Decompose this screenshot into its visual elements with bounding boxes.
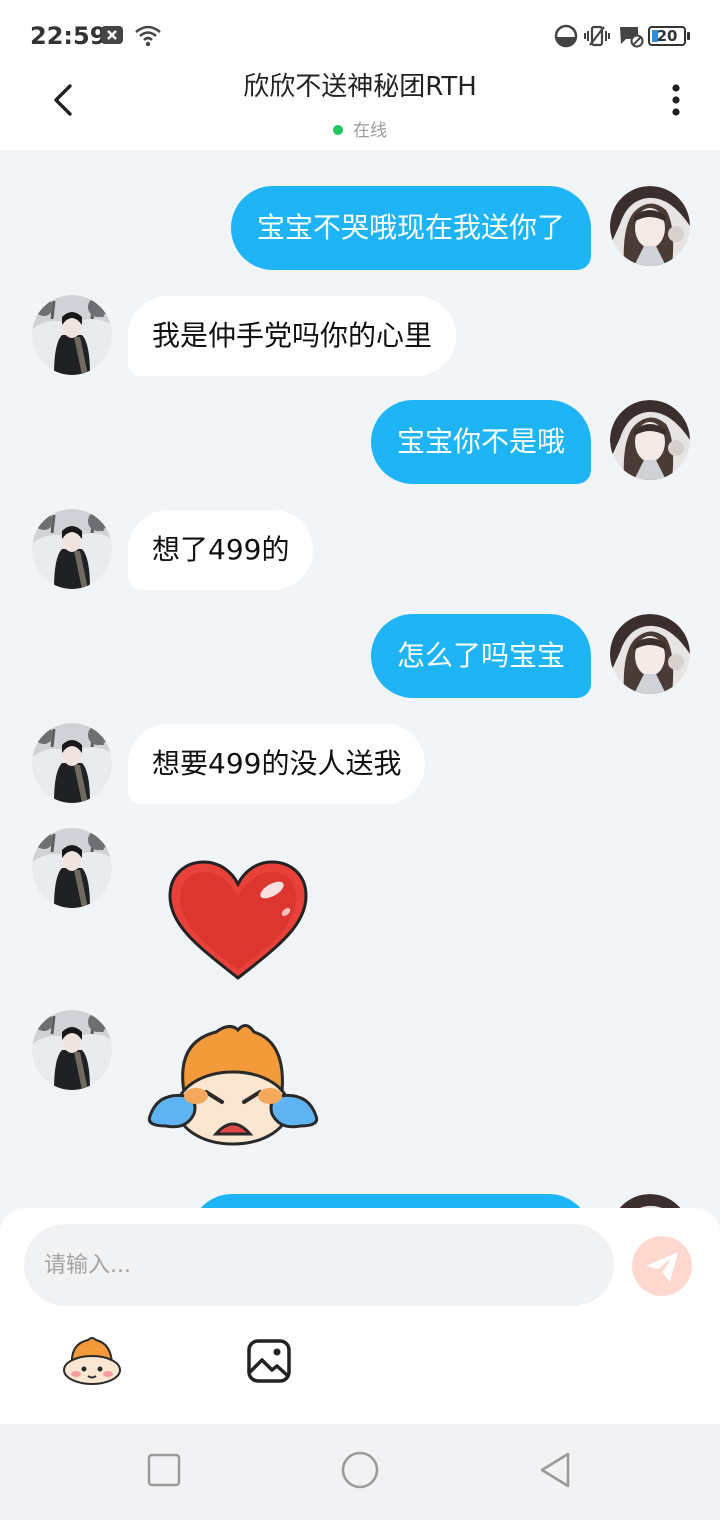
my-avatar[interactable]: [610, 400, 690, 480]
contact-avatar[interactable]: [32, 509, 112, 589]
vibrate-icon: [582, 24, 612, 52]
system-nav-bar: [0, 1424, 720, 1520]
heart-sticker[interactable]: [160, 856, 316, 990]
chat-title: 欣欣不送神秘团RTH: [243, 72, 477, 102]
contact-avatar[interactable]: [32, 1010, 112, 1090]
data-saver-icon: [554, 24, 578, 52]
square-icon: [147, 1453, 181, 1487]
triangle-back-icon: [540, 1452, 570, 1488]
online-dot-icon: [333, 125, 343, 135]
my-avatar[interactable]: [610, 1194, 690, 1208]
crying-cat-sticker[interactable]: [146, 1022, 320, 1152]
cat-face-icon: [63, 1337, 121, 1385]
home-button[interactable]: [340, 1450, 380, 1494]
my-avatar[interactable]: [610, 614, 690, 694]
message-list[interactable]: 宝宝不哭哦现在我送你了 我是仲手党吗你的心里 宝宝你不是哦 想了499的 怎么了…: [0, 150, 720, 1208]
online-status: 在线: [0, 116, 720, 141]
send-button[interactable]: [632, 1236, 692, 1296]
battery-level: 20: [656, 27, 678, 45]
image-button[interactable]: [246, 1338, 292, 1384]
message-input[interactable]: [24, 1224, 614, 1306]
online-status-label: 在线: [353, 121, 387, 141]
recents-button[interactable]: [146, 1452, 182, 1492]
message-bubble-sent[interactable]: [190, 1194, 591, 1208]
status-time: 22:59: [30, 22, 107, 50]
composer-panel: [0, 1208, 720, 1424]
battery-icon: 20: [648, 26, 686, 46]
chat-header: 欣欣不送神秘团RTH 在线: [0, 72, 720, 150]
back-nav-button[interactable]: [536, 1450, 576, 1494]
circle-icon: [341, 1451, 379, 1489]
more-vertical-icon: [672, 84, 680, 116]
wifi-icon: [134, 24, 162, 52]
message-bubble-sent[interactable]: 宝宝不哭哦现在我送你了: [230, 186, 591, 270]
sticker-button[interactable]: [60, 1336, 124, 1386]
my-avatar[interactable]: [610, 186, 690, 266]
image-icon: [247, 1339, 291, 1383]
contact-avatar[interactable]: [32, 295, 112, 375]
message-bubble-received[interactable]: 想要499的没人送我: [128, 724, 426, 804]
message-bubble-sent[interactable]: 宝宝你不是哦: [370, 400, 591, 484]
message-blocked-icon: [618, 24, 644, 52]
message-bubble-sent[interactable]: 怎么了吗宝宝: [370, 614, 591, 698]
contact-avatar[interactable]: [32, 723, 112, 803]
message-bubble-received[interactable]: 想了499的: [128, 510, 314, 590]
notification-x-icon: [100, 24, 124, 50]
more-options-button[interactable]: [664, 82, 688, 122]
paper-plane-icon: [646, 1252, 678, 1282]
message-bubble-received[interactable]: 我是仲手党吗你的心里: [128, 296, 457, 376]
status-bar: 22:59 20: [0, 0, 720, 72]
contact-avatar[interactable]: [32, 828, 112, 908]
